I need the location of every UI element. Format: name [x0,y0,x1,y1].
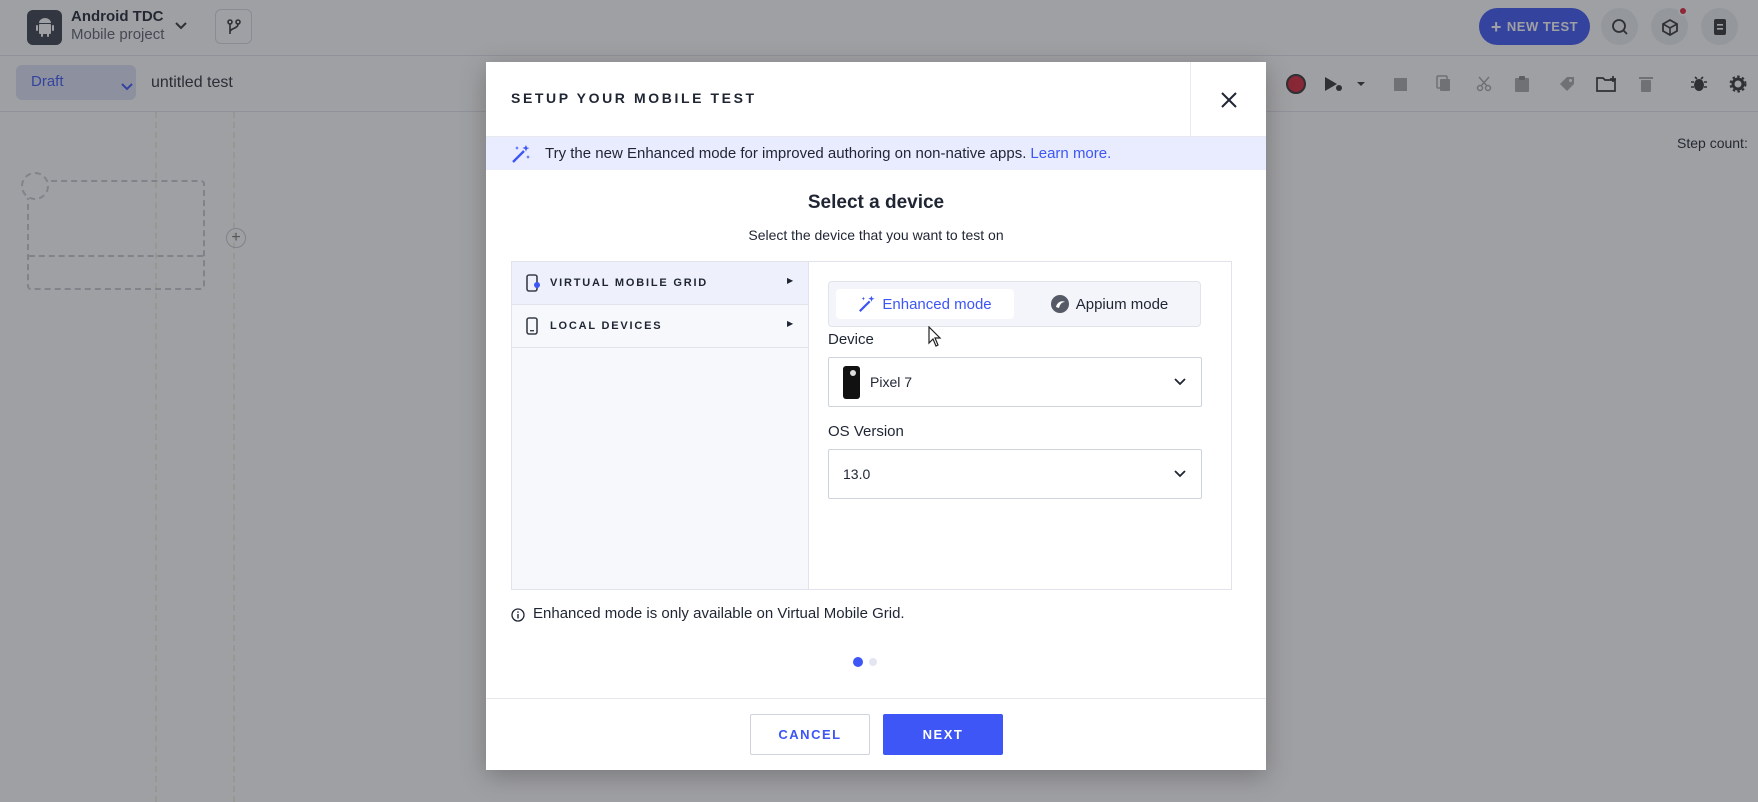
appium-mode-option[interactable]: Appium mode [1024,289,1194,319]
dialog-header: SETUP YOUR MOBILE TEST [486,62,1266,137]
os-version-value: 13.0 [843,466,871,482]
enhanced-mode-banner: Try the new Enhanced mode for improved a… [486,137,1266,170]
device-thumbnail [843,366,860,399]
chevron-down-icon [1174,378,1186,386]
step-dot [869,658,877,666]
caret-right-icon: ▶ [787,319,794,328]
banner-message: Try the new Enhanced mode for improved a… [545,145,1027,162]
setup-mobile-test-dialog: SETUP YOUR MOBILE TEST Try the new Enhan… [486,62,1266,770]
mode-toggle: Enhanced mode Appium mode [828,281,1201,327]
caret-right-icon: ▶ [787,276,794,285]
close-icon [1220,91,1237,108]
appium-mode-label: Appium mode [1075,295,1169,313]
virtual-device-icon [526,274,540,292]
device-group-list: VIRTUAL MOBILE GRID ▶ LOCAL DEVICES ▶ [512,262,809,589]
step-dot-active [853,657,863,667]
info-icon [511,608,525,622]
enhanced-mode-label: Enhanced mode [882,295,992,313]
device-group-local-devices[interactable]: LOCAL DEVICES ▶ [512,305,808,348]
select-device-subheading: Select the device that you want to test … [748,227,1004,243]
enhanced-mode-info: Enhanced mode is only available on Virtu… [533,605,905,622]
os-version-select[interactable]: 13.0 [828,449,1202,499]
chevron-down-icon [1174,470,1186,478]
phone-icon [526,317,538,335]
magic-wand-icon [512,145,530,163]
cancel-button[interactable]: CANCEL [750,714,870,755]
enhanced-mode-option[interactable]: Enhanced mode [836,289,1014,319]
close-button[interactable] [1190,62,1266,137]
device-select[interactable]: Pixel 7 [828,357,1202,407]
os-version-label: OS Version [828,423,904,440]
device-label: Device [828,331,874,348]
device-group-label: VIRTUAL MOBILE GRID [550,277,709,289]
appium-icon [1050,295,1069,313]
device-value: Pixel 7 [870,374,913,390]
learn-more-link[interactable]: Learn more. [1030,145,1111,162]
magic-wand-icon [859,295,876,312]
dialog-footer: CANCEL NEXT [486,698,1266,770]
mouse-cursor-icon [928,326,942,347]
dialog-title: SETUP YOUR MOBILE TEST [511,90,757,106]
device-selection-panel: VIRTUAL MOBILE GRID ▶ LOCAL DEVICES ▶ En… [511,261,1232,590]
select-device-heading: Select a device [807,192,945,213]
device-group-label: LOCAL DEVICES [550,320,663,332]
banner-text: Try the new Enhanced mode for improved a… [545,145,1111,162]
device-group-virtual-mobile-grid[interactable]: VIRTUAL MOBILE GRID ▶ [512,262,808,305]
next-button[interactable]: NEXT [883,714,1003,755]
